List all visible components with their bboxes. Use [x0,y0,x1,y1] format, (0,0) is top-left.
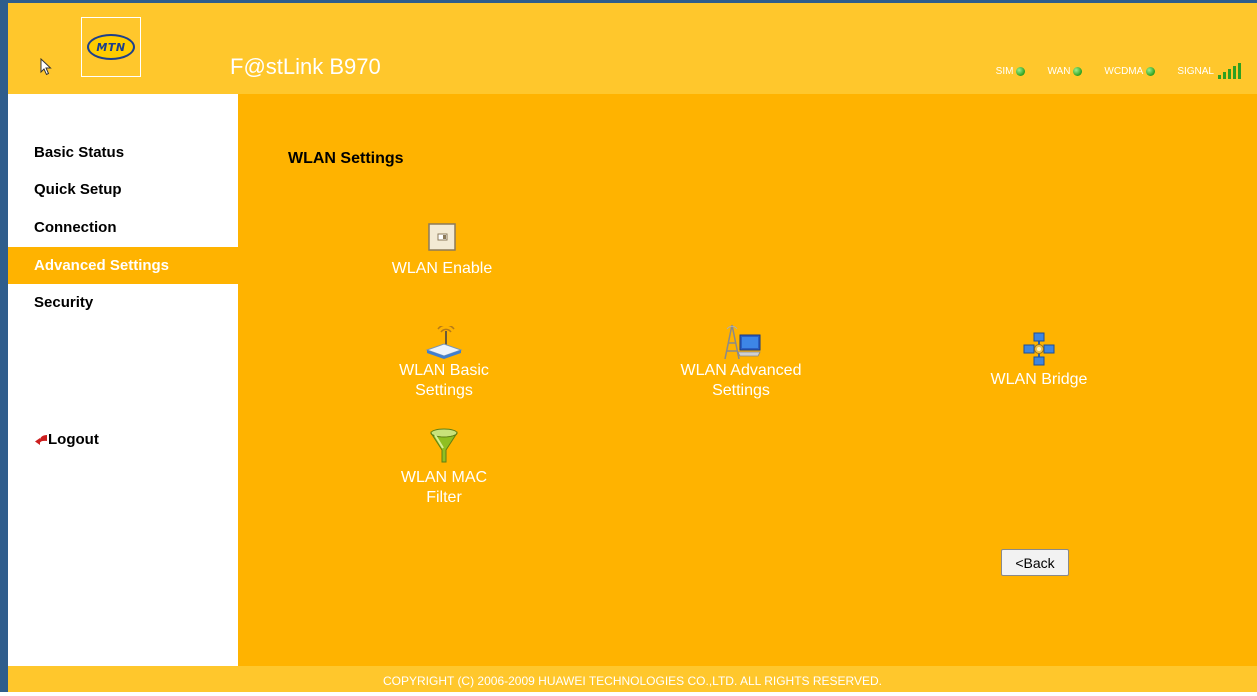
signal-label: SIGNAL [1177,65,1214,77]
mouse-cursor-icon [40,58,52,76]
logout-label: Logout [48,431,99,448]
footer-copyright: COPYRIGHT (C) 2006-2009 HUAWEI TECHNOLOG… [8,666,1257,692]
sidebar-item-basic-status[interactable]: Basic Status [8,134,238,171]
wlan-mac-filter-label-1: WLAN MAC [400,469,488,486]
sidebar-item-connection[interactable]: Connection [8,209,238,246]
antenna-computer-icon [724,324,761,360]
network-bridge-icon [1023,332,1055,366]
wlan-bridge-label: WLAN Bridge [990,371,1088,388]
wlan-basic-settings-label-2: Settings [415,382,473,399]
wcdma-indicator: WCDMA [1104,65,1156,77]
wcdma-led-icon [1146,66,1156,76]
wlan-enable-tile[interactable]: WLAN Enable [362,223,522,279]
logout-link[interactable]: Logout [34,431,99,448]
wlan-basic-settings-tile[interactable]: WLAN Basic Settings [364,326,524,401]
main-content: WLAN Settings WLAN Enable WLAN Basic Set… [238,94,1257,666]
wlan-enable-label: WLAN Enable [391,260,493,277]
logo-text: MTN [87,34,135,60]
page-title: WLAN Settings [288,150,404,167]
sidebar-item-quick-setup[interactable]: Quick Setup [8,171,238,208]
wan-label: WAN [1047,65,1071,77]
status-indicators: SIM WAN WCDMA SIGNAL [974,63,1241,79]
wlan-basic-settings-label-1: WLAN Basic [399,362,489,379]
wan-indicator: WAN [1047,65,1083,77]
wan-led-icon [1073,66,1083,76]
product-name: F@stLink B970 [230,54,381,79]
wlan-advanced-settings-label-1: WLAN Advanced [680,362,802,379]
logout-arrow-icon [35,434,47,445]
wlan-mac-filter-tile[interactable]: WLAN MAC Filter [364,428,524,508]
funnel-filter-icon [430,428,458,463]
window-frame-left [0,0,8,692]
wlan-advanced-settings-label-2: Settings [712,382,770,399]
sidebar-nav: Basic Status Quick Setup Connection Adva… [8,94,238,666]
wlan-mac-filter-label-2: Filter [426,489,462,506]
header-bar: MTN F@stLink B970 SIM WAN WCDMA SIGNAL [8,3,1257,94]
sim-indicator: SIM [996,66,1026,77]
wireless-router-icon [425,326,463,359]
back-button[interactable]: <Back [1001,549,1069,576]
signal-indicator: SIGNAL [1177,63,1241,79]
wlan-advanced-settings-tile[interactable]: WLAN Advanced Settings [661,323,821,401]
sim-label: SIM [995,65,1014,77]
wcdma-label: WCDMA [1104,65,1144,77]
mtn-logo: MTN [81,17,141,77]
sidebar-item-advanced-settings[interactable]: Advanced Settings [8,247,238,284]
toggle-switch-icon [428,223,456,251]
sidebar-item-security[interactable]: Security [8,284,238,321]
signal-strength-icon [1216,63,1241,79]
sim-led-icon [1016,66,1026,76]
wlan-bridge-tile[interactable]: WLAN Bridge [959,332,1119,390]
